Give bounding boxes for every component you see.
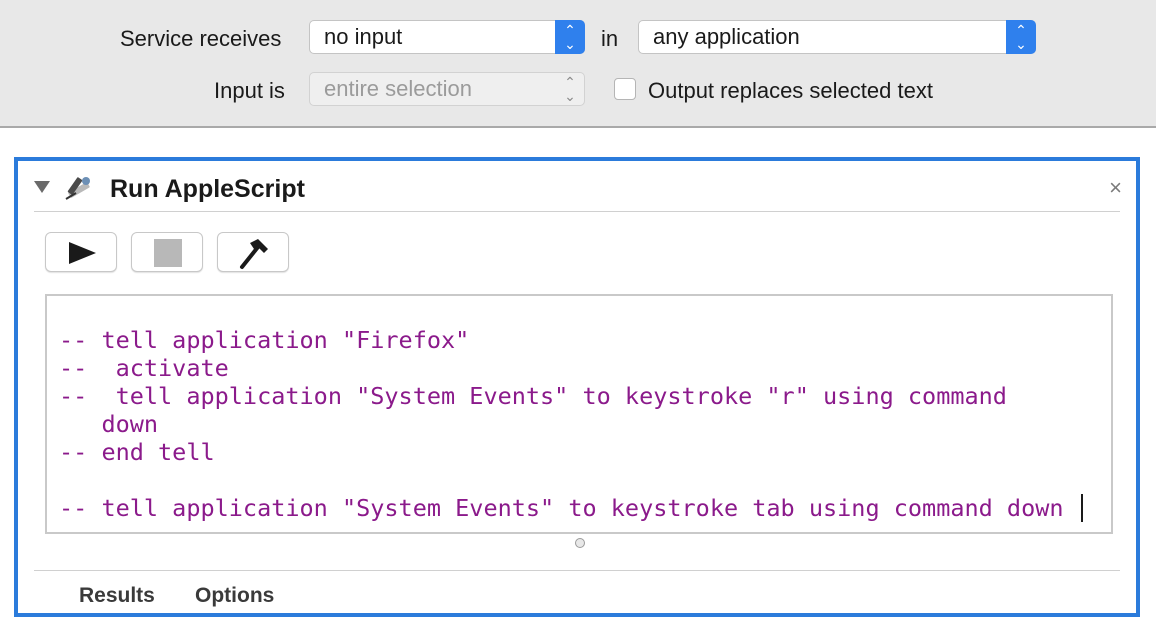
stop-button[interactable] [131,232,203,272]
input-is-label: Input is [214,78,285,103]
script-line: -- tell application "Firefox" [59,326,470,354]
tab-options[interactable]: Options [195,584,274,608]
input-is-value: entire selection [324,76,472,101]
output-replaces-checkbox[interactable] [614,78,636,100]
tab-results[interactable]: Results [79,584,155,608]
disclosure-triangle-icon[interactable] [34,181,50,193]
play-icon [69,242,96,264]
output-replaces-label: Output replaces selected text [648,78,933,103]
applescript-icon [65,177,90,200]
script-editor[interactable]: -- tell application "Firefox" -- activat… [45,294,1113,534]
script-line: down [59,410,159,438]
service-receives-value: no input [324,24,403,49]
in-label: in [601,26,619,51]
run-button[interactable] [45,232,117,272]
script-line: -- activate [59,354,229,382]
application-select[interactable]: any application ⌃ ⌄ [638,20,1036,54]
chevron-updown-icon: ⌃ ⌄ [1006,20,1036,54]
input-is-select[interactable]: entire selection ⌃ ⌄ [309,72,585,106]
application-value: any application [653,24,800,49]
service-settings-bar: Service receives no input ⌃ ⌄ in any appl… [0,0,1156,128]
text-caret [1081,494,1083,522]
resize-grip[interactable] [575,538,585,548]
service-receives-select[interactable]: no input ⌃ ⌄ [309,20,585,54]
footer-divider [34,570,1120,571]
header-divider [34,211,1120,212]
chevron-updown-icon: ⌃ ⌄ [564,74,576,104]
action-title: Run AppleScript [110,175,305,203]
hammer-icon [240,239,268,269]
chevron-updown-icon: ⌃ ⌄ [555,20,585,54]
script-line: -- tell application "System Events" to k… [59,494,1064,522]
stop-icon [154,239,182,267]
close-icon[interactable]: × [1109,175,1122,201]
service-receives-label: Service receives [120,26,282,51]
script-line: -- tell application "System Events" to k… [59,382,1007,410]
script-line: -- end tell [59,438,215,466]
compile-button[interactable] [217,232,289,272]
run-applescript-action: Run AppleScript × -- tell application "F… [14,157,1140,617]
